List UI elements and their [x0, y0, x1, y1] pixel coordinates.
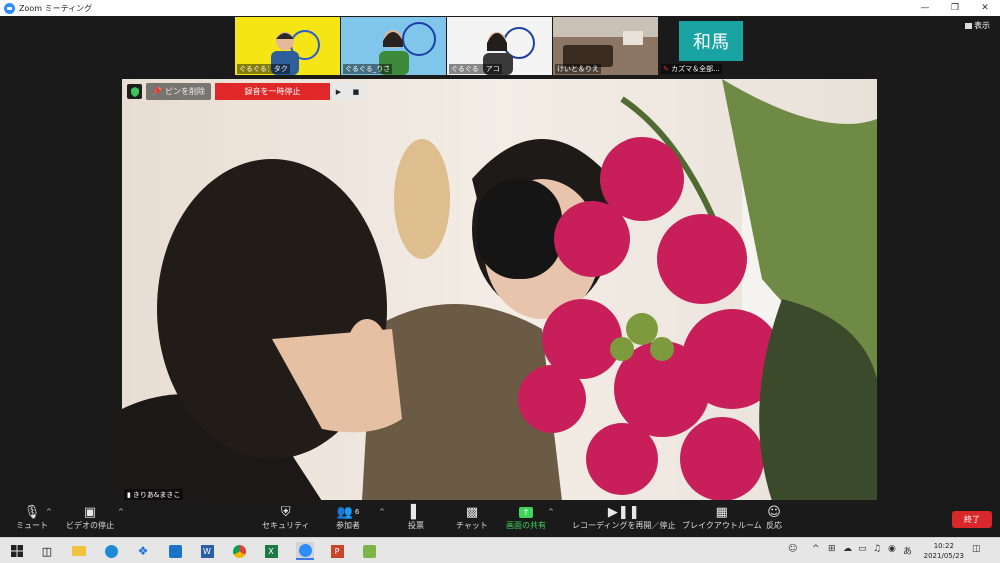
- notifications-icon[interactable]: ◫: [972, 544, 981, 554]
- video-options-caret[interactable]: ^: [118, 508, 124, 516]
- mute-button[interactable]: 🎙 ミュート: [16, 504, 48, 531]
- participant-thumb-5[interactable]: 和馬 ✎ カズマ＆全部...: [659, 17, 764, 75]
- share-screen-icon: ↑: [519, 504, 533, 520]
- shield-icon: ⛨: [280, 504, 291, 520]
- ime-indicator[interactable]: あ: [903, 544, 912, 557]
- share-screen-button[interactable]: ↑ 画面の共有: [506, 504, 546, 531]
- share-options-caret[interactable]: ^: [548, 508, 554, 516]
- windows-start-icon[interactable]: [8, 542, 26, 560]
- battery-icon[interactable]: ▭: [858, 544, 867, 554]
- thumbnail-strip: ぐるぐる：タク ぐるぐる_りさ ぐるぐる アコ けいと＆りえ 和馬 ✎ カズマ＆…: [235, 17, 764, 75]
- video-camera-icon: ▣: [83, 504, 97, 520]
- muted-mic-icon: ✎: [663, 65, 669, 73]
- participant-name-1: ぐるぐる：タク: [237, 64, 290, 74]
- record-play-pause-icon: ▶❚❚: [607, 504, 640, 520]
- powerpoint-icon[interactable]: P: [328, 542, 346, 560]
- file-explorer-icon[interactable]: [70, 542, 88, 560]
- recording-control: 録音を一時停止 ▶ ■: [214, 83, 365, 100]
- poll-chart-icon: ▌: [411, 504, 421, 520]
- video-overlay-controls: 📌 ピンを削除 録音を一時停止 ▶ ■: [127, 83, 365, 100]
- poll-button[interactable]: ▌ 投票: [408, 504, 424, 531]
- system-clock[interactable]: 10:22 2021/05/23: [924, 541, 964, 561]
- zoom-logo-icon: [4, 2, 15, 14]
- excel-icon[interactable]: X: [262, 542, 280, 560]
- close-button[interactable]: ✕: [970, 0, 1000, 16]
- tray-caret-icon[interactable]: ^: [812, 544, 820, 554]
- breakout-grid-icon: ▦: [715, 504, 728, 520]
- participants-icon: 👥 6: [336, 504, 360, 520]
- volume-icon[interactable]: ♫: [873, 544, 881, 554]
- audio-options-caret[interactable]: ^: [46, 508, 52, 516]
- chat-bubble-icon: ▩: [465, 504, 479, 520]
- participant-name-3: ぐるぐる アコ: [449, 64, 502, 74]
- pin-icon: 📌: [152, 87, 162, 96]
- participant-name-5: ✎ カズマ＆全部...: [661, 64, 722, 74]
- breakout-rooms-button[interactable]: ▦ ブレイクアウトルーム: [682, 504, 762, 531]
- participant-thumb-2[interactable]: ぐるぐる_りさ: [341, 17, 446, 75]
- minimize-button[interactable]: —: [910, 0, 940, 16]
- windows-taskbar: ◫ ❖ W X P ☺ ^ ⊞ ☁ ▭ ♫ ◉ あ 10:22 2021/05/…: [0, 537, 1000, 563]
- main-video: [122, 79, 877, 501]
- participant-name-4: けいと＆りえ: [555, 64, 601, 74]
- security-button[interactable]: ⛨ セキュリティ: [262, 504, 310, 531]
- onedrive-icon[interactable]: ☁: [843, 544, 852, 554]
- participant-thumb-3[interactable]: ぐるぐる アコ: [447, 17, 552, 75]
- participant-thumb-1[interactable]: ぐるぐる：タク: [235, 17, 340, 75]
- remove-pin-button[interactable]: 📌 ピンを削除: [146, 83, 211, 100]
- zoom-tray-icon[interactable]: ◉: [888, 544, 896, 554]
- speaker-video-frame: [122, 79, 877, 501]
- recording-resume-stop-button[interactable]: ▶❚❚ レコーディングを再開／停止: [572, 504, 675, 531]
- chat-button[interactable]: ▩ チャット: [456, 504, 488, 531]
- edge-browser-icon[interactable]: [102, 542, 120, 560]
- window-title: Zoom ミーティング: [19, 3, 93, 13]
- participants-count: 6: [354, 508, 360, 516]
- word-icon[interactable]: W: [198, 542, 216, 560]
- zoom-app-icon[interactable]: [296, 542, 314, 560]
- view-toggle-button[interactable]: 表示: [965, 20, 990, 31]
- microphone-icon: 🎙: [23, 504, 41, 520]
- dropbox-icon[interactable]: ❖: [134, 542, 152, 560]
- end-meeting-button[interactable]: 終了: [952, 511, 992, 528]
- participant-thumb-4[interactable]: けいと＆りえ: [553, 17, 658, 75]
- stop-video-button[interactable]: ▣ ビデオの停止: [66, 504, 114, 531]
- participant-avatar: 和馬: [679, 21, 743, 61]
- title-bar: Zoom ミーティング — ❐ ✕: [0, 0, 1000, 16]
- signal-strength-icon: ▮: [127, 491, 131, 499]
- participant-name-2: ぐるぐる_りさ: [343, 64, 393, 74]
- task-view-icon[interactable]: ◫: [38, 542, 56, 560]
- grid-icon: [965, 22, 972, 29]
- emoji-plus-icon: ☺: [767, 504, 781, 520]
- pause-recording-button[interactable]: 録音を一時停止: [214, 83, 330, 100]
- reactions-button[interactable]: ☺ 反応: [766, 504, 782, 531]
- chrome-icon[interactable]: [230, 542, 248, 560]
- network-icon[interactable]: ⊞: [828, 544, 836, 554]
- outlook-icon[interactable]: [166, 542, 184, 560]
- maximize-button[interactable]: ❐: [940, 0, 970, 16]
- app-icon[interactable]: [360, 542, 378, 560]
- play-icon[interactable]: ▶: [336, 88, 341, 96]
- meeting-toolbar: 🎙 ミュート ^ ▣ ビデオの停止 ^ ⛨ セキュリティ 👥 6 参加者 ^ ▌ …: [0, 500, 1000, 537]
- stop-icon[interactable]: ■: [353, 88, 360, 96]
- people-icon[interactable]: ☺: [788, 544, 797, 554]
- participants-options-caret[interactable]: ^: [379, 508, 385, 516]
- security-shield-icon: [127, 84, 142, 99]
- participants-button[interactable]: 👥 6 参加者: [336, 504, 360, 531]
